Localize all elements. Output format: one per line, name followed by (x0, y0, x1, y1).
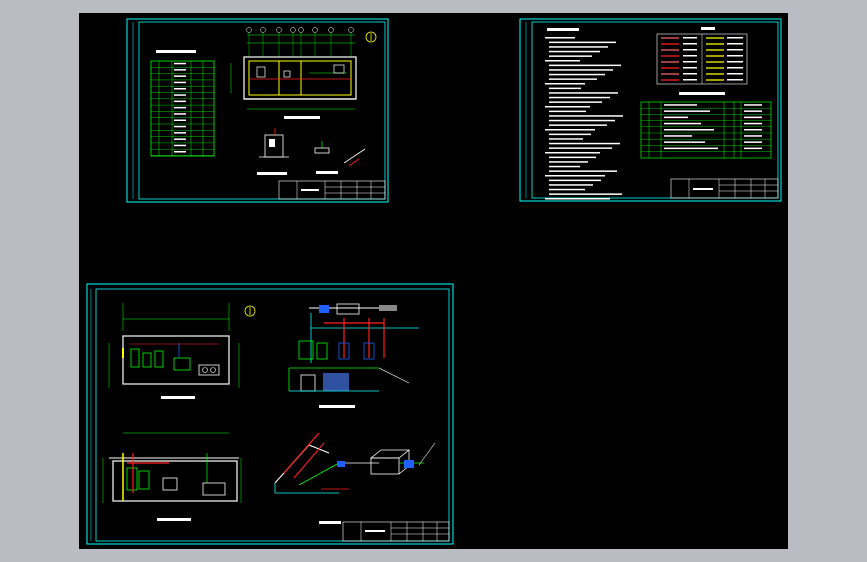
pump-room-section (102, 432, 242, 521)
sheet-top-left[interactable] (126, 18, 389, 203)
drawing-canvas[interactable] (79, 13, 788, 549)
legend-title-text (701, 27, 715, 30)
section-details (257, 128, 366, 175)
design-notes-text (545, 37, 623, 200)
axis-bubble (298, 27, 304, 33)
piping-system-diagram (288, 303, 419, 408)
axis-bubble (348, 27, 354, 33)
title-block (342, 521, 450, 542)
detail-marker (365, 31, 377, 43)
axis-bubble (290, 27, 296, 33)
pump-room-plan (108, 303, 240, 399)
material-table-title (679, 92, 725, 95)
axis-bubble (276, 27, 282, 33)
axis-bubble (312, 27, 318, 33)
title-block (670, 178, 779, 199)
table-title-text (156, 50, 196, 53)
plan-title-text (284, 116, 320, 119)
legend-table (656, 33, 748, 85)
equipment-table (150, 60, 215, 157)
drawing-viewport[interactable] (79, 13, 788, 549)
sheet-top-right[interactable] (519, 18, 782, 202)
plan-view-drawing (230, 27, 357, 119)
isometric-piping-drawing (274, 432, 436, 524)
axis-bubble (246, 27, 252, 33)
detail-marker (244, 305, 256, 317)
sheet-bottom-left[interactable] (86, 283, 454, 545)
cad-application-window (0, 0, 867, 562)
notes-title-text (547, 28, 579, 31)
axis-bubble (260, 27, 266, 33)
material-table (640, 101, 772, 159)
title-block (278, 180, 386, 200)
axis-bubble (328, 27, 334, 33)
